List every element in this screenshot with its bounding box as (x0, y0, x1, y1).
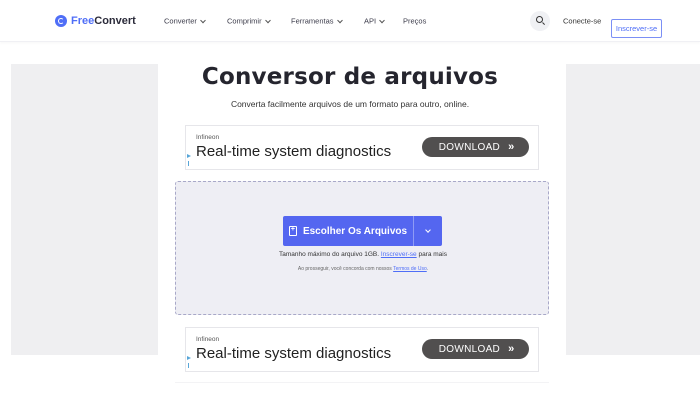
page-title: Conversor de arquivos (201, 64, 499, 90)
terms-note: Ao prosseguir, você concorda com nossos … (176, 266, 550, 272)
section-divider (175, 382, 549, 383)
file-dropzone[interactable]: Escolher Os Arquivos Tamanho máximo do a… (175, 181, 549, 315)
max-size-text: Tamanho máximo do arquivo 1GB. (278, 251, 380, 258)
search-button[interactable] (530, 11, 550, 31)
ad-headline[interactable]: Real-time system diagnostics (196, 345, 391, 362)
ad-brand: Infineon (196, 336, 220, 343)
chevron-down-icon (336, 17, 343, 23)
logo-icon (55, 15, 67, 27)
chevron-down-icon (264, 17, 271, 23)
chevron-down-icon (425, 227, 431, 233)
ad-banner-top[interactable]: Infineon Real-time system diagnostics DO… (185, 125, 539, 170)
ad-download-button[interactable]: DOWNLOAD » (422, 137, 529, 157)
nav-comprimir[interactable]: Comprimir (227, 16, 271, 26)
terms-suffix: . (426, 266, 429, 272)
chevron-down-icon (379, 17, 385, 23)
ad-download-label: DOWNLOAD (438, 141, 501, 153)
chevron-down-icon (200, 17, 206, 23)
ad-download-button[interactable]: DOWNLOAD » (422, 339, 529, 359)
ad-download-label: DOWNLOAD (438, 343, 501, 355)
choose-files-button[interactable]: Escolher Os Arquivos (283, 216, 413, 246)
signup-link[interactable]: Inscrever-se (381, 251, 417, 258)
ad-brand: Infineon (196, 134, 220, 141)
max-size-note: Tamanho máximo do arquivo 1GB. Inscrever… (176, 251, 550, 258)
nav-converter[interactable]: Converter (164, 16, 206, 26)
choose-files-label: Escolher Os Arquivos (302, 225, 408, 237)
nav-converter-label: Converter (164, 16, 197, 26)
ad-headline[interactable]: Real-time system diagnostics (196, 143, 391, 160)
nav-ferramentas[interactable]: Ferramentas (291, 16, 343, 26)
page-subtitle: Converta facilmente arquivos de um forma… (230, 99, 470, 109)
ad-banner-bottom[interactable]: Infineon Real-time system diagnostics DO… (185, 327, 539, 372)
adchoices-icon[interactable] (187, 154, 192, 166)
nav-api[interactable]: API (364, 16, 385, 26)
choose-files-button-group: Escolher Os Arquivos (283, 216, 442, 246)
file-plus-icon (288, 225, 297, 236)
logo-text-convert: Convert (94, 15, 136, 27)
nav-precos[interactable]: Preços (403, 17, 426, 26)
login-link[interactable]: Conecte-se (563, 17, 601, 26)
upload-source-dropdown[interactable] (414, 216, 442, 246)
terms-text: Ao prosseguir, você concorda com nossos (297, 266, 392, 272)
double-chevron-right-icon: » (508, 141, 514, 153)
nav-api-label: API (364, 16, 377, 26)
top-header: Free Convert Converter Comprimir Ferramen… (0, 0, 700, 42)
signup-button[interactable]: Inscrever-se (611, 19, 662, 38)
logo-text-free: Free (71, 15, 95, 27)
adchoices-icon[interactable] (187, 356, 192, 368)
double-chevron-right-icon: » (508, 343, 514, 355)
terms-link[interactable]: Termos de Uso (393, 266, 427, 272)
nav-comprimir-label: Comprimir (227, 16, 262, 26)
freeconvert-logo[interactable]: Free Convert (55, 15, 136, 27)
max-size-suffix: para mais (418, 251, 447, 258)
nav-precos-label: Preços (403, 16, 427, 26)
nav-ferramentas-label: Ferramentas (291, 16, 334, 26)
